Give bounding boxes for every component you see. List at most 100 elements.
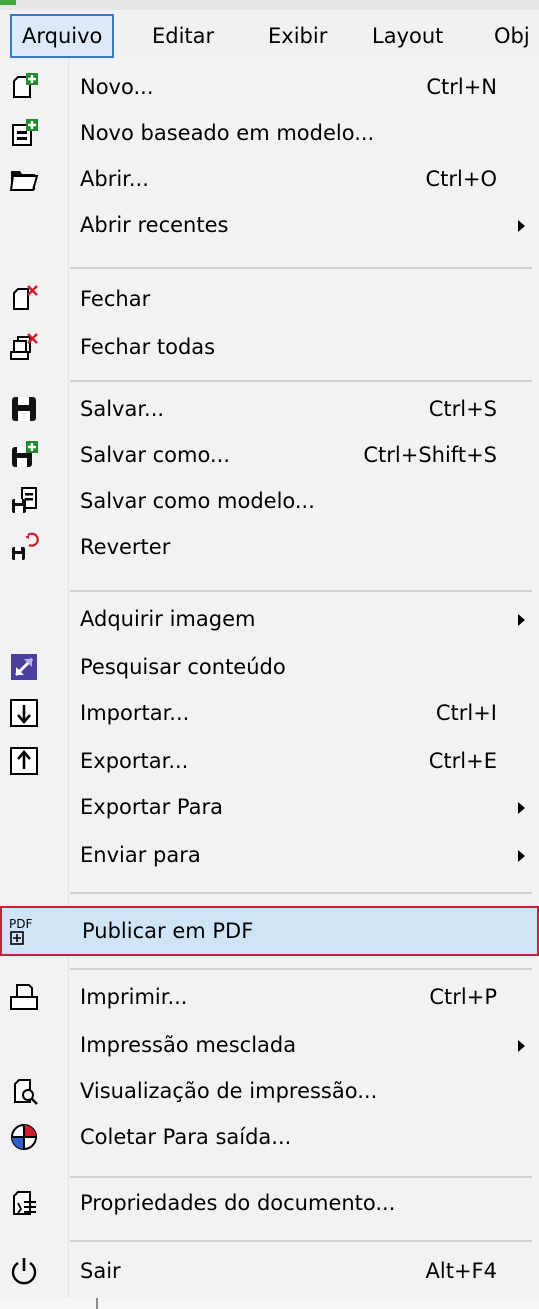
submenu-arrow-icon — [518, 802, 525, 814]
menu-item-abrir-recentes[interactable]: Abrir recentes — [0, 202, 539, 248]
menu-item-impressao-mesclada[interactable]: Impressão mesclada — [0, 1022, 539, 1068]
menu-item-shortcut: Ctrl+O — [425, 167, 498, 191]
menu-item-fechar[interactable]: Fechar — [0, 276, 539, 322]
menu-item-label: Exportar Para — [80, 795, 224, 819]
folder-open-icon — [8, 163, 40, 195]
collect-for-output-icon — [8, 1121, 40, 1153]
pdf-icon: PDF — [8, 914, 40, 946]
menu-layout-label: Layout — [372, 24, 444, 48]
menu-item-label: Novo baseado em modelo... — [80, 121, 375, 145]
menu-editar[interactable]: Editar — [142, 14, 224, 58]
pdf-icon-text: PDF — [9, 917, 32, 931]
close-all-icon — [8, 331, 40, 363]
menu-item-publicar-pdf[interactable]: PDF Publicar em PDF — [0, 906, 539, 956]
menu-exibir-label: Exibir — [268, 24, 328, 48]
menu-item-label: Imprimir... — [80, 985, 188, 1009]
submenu-arrow-icon — [518, 614, 525, 626]
menu-item-propriedades-documento[interactable]: Propriedades do documento... — [0, 1180, 539, 1226]
menu-item-exportar-para[interactable]: Exportar Para — [0, 784, 539, 830]
menu-item-salvar-modelo[interactable]: Salvar como modelo... — [0, 478, 539, 524]
menu-item-label: Exportar... — [80, 749, 189, 773]
menu-item-sair[interactable]: Sair Alt+F4 — [0, 1248, 539, 1294]
menu-item-label: Publicar em PDF — [82, 919, 254, 943]
menu-item-reverter[interactable]: Reverter — [0, 524, 539, 570]
menu-item-label: Propriedades do documento... — [80, 1191, 396, 1215]
menu-separator — [70, 1176, 532, 1178]
menu-item-label: Impressão mesclada — [80, 1033, 297, 1057]
app-color-chip — [0, 0, 16, 5]
print-preview-icon — [8, 1075, 40, 1107]
menu-item-fechar-todas[interactable]: Fechar todas — [0, 324, 539, 370]
new-document-icon — [8, 71, 40, 103]
power-icon — [8, 1255, 40, 1287]
menu-item-imprimir[interactable]: Imprimir... Ctrl+P — [0, 974, 539, 1020]
menu-arquivo[interactable]: Arquivo — [10, 14, 115, 58]
menu-item-label: Salvar como... — [80, 443, 230, 467]
menu-item-shortcut: Alt+F4 — [425, 1259, 497, 1283]
document-properties-icon — [8, 1187, 40, 1219]
menu-item-novo[interactable]: Novo... Ctrl+N — [0, 64, 539, 110]
menu-obj[interactable]: Obj — [484, 14, 539, 58]
menu-item-label: Fechar todas — [80, 335, 216, 359]
menu-item-novo-modelo[interactable]: Novo baseado em modelo... — [0, 110, 539, 156]
save-icon — [8, 393, 40, 425]
menu-separator — [70, 1240, 532, 1242]
menu-item-shortcut: Ctrl+I — [435, 701, 497, 725]
ruler-tick — [96, 1298, 98, 1309]
menu-item-salvar-como[interactable]: Salvar como... Ctrl+Shift+S — [0, 432, 539, 478]
submenu-arrow-icon — [518, 850, 525, 862]
menu-item-coletar-saida[interactable]: Coletar Para saída... — [0, 1114, 539, 1160]
menu-item-label: Importar... — [80, 701, 190, 725]
menu-item-importar[interactable]: Importar... Ctrl+I — [0, 690, 539, 736]
submenu-arrow-icon — [518, 1040, 525, 1052]
menu-item-shortcut: Ctrl+Shift+S — [363, 443, 497, 467]
menu-layout[interactable]: Layout — [362, 14, 453, 58]
menu-editar-label: Editar — [152, 24, 215, 48]
menu-separator — [70, 968, 532, 970]
new-from-template-icon — [8, 117, 40, 149]
menu-exibir[interactable]: Exibir — [258, 14, 337, 58]
menu-obj-label: Obj — [494, 24, 530, 48]
menu-item-label: Enviar para — [80, 843, 201, 867]
menu-item-label: Adquirir imagem — [80, 607, 256, 631]
save-as-template-icon — [8, 485, 40, 517]
export-icon — [8, 745, 40, 777]
import-icon — [8, 697, 40, 729]
menu-item-shortcut: Ctrl+E — [428, 749, 497, 773]
menu-separator — [70, 590, 532, 592]
menu-item-shortcut: Ctrl+S — [428, 397, 497, 421]
menu-item-label: Coletar Para saída... — [80, 1125, 292, 1149]
menu-item-shortcut: Ctrl+N — [426, 75, 497, 99]
menu-item-label: Pesquisar conteúdo — [80, 655, 286, 679]
search-content-icon — [8, 651, 40, 683]
menu-item-label: Abrir... — [80, 167, 149, 191]
revert-icon — [8, 531, 40, 563]
menu-item-label: Salvar como modelo... — [80, 489, 315, 513]
menu-item-label: Abrir recentes — [80, 213, 229, 237]
menu-bar: Arquivo Editar Exibir Layout Obj — [0, 0, 539, 60]
title-strip — [0, 0, 539, 10]
menu-item-abrir[interactable]: Abrir... Ctrl+O — [0, 156, 539, 202]
menu-item-enviar-para[interactable]: Enviar para — [0, 832, 539, 878]
menu-item-exportar[interactable]: Exportar... Ctrl+E — [0, 738, 539, 784]
menu-item-salvar[interactable]: Salvar... Ctrl+S — [0, 386, 539, 432]
print-icon — [8, 981, 40, 1013]
menu-item-label: Novo... — [80, 75, 154, 99]
submenu-arrow-icon — [518, 220, 525, 232]
menu-separator — [70, 267, 532, 269]
close-document-icon — [8, 283, 40, 315]
menu-item-shortcut: Ctrl+P — [429, 985, 497, 1009]
menu-item-label: Sair — [80, 1259, 121, 1283]
menu-item-label: Reverter — [80, 535, 171, 559]
menu-item-label: Salvar... — [80, 397, 165, 421]
background-strip — [0, 1298, 539, 1309]
menu-item-label: Fechar — [80, 287, 151, 311]
menu-separator — [70, 380, 532, 382]
menu-item-label: Visualização de impressão... — [80, 1079, 378, 1103]
menu-arquivo-label: Arquivo — [22, 24, 103, 48]
save-as-icon — [8, 439, 40, 471]
menu-item-visualizacao-impressao[interactable]: Visualização de impressão... — [0, 1068, 539, 1114]
menu-item-adquirir-imagem[interactable]: Adquirir imagem — [0, 596, 539, 642]
menu-item-pesquisar-conteudo[interactable]: Pesquisar conteúdo — [0, 644, 539, 690]
menu-separator — [70, 892, 532, 894]
